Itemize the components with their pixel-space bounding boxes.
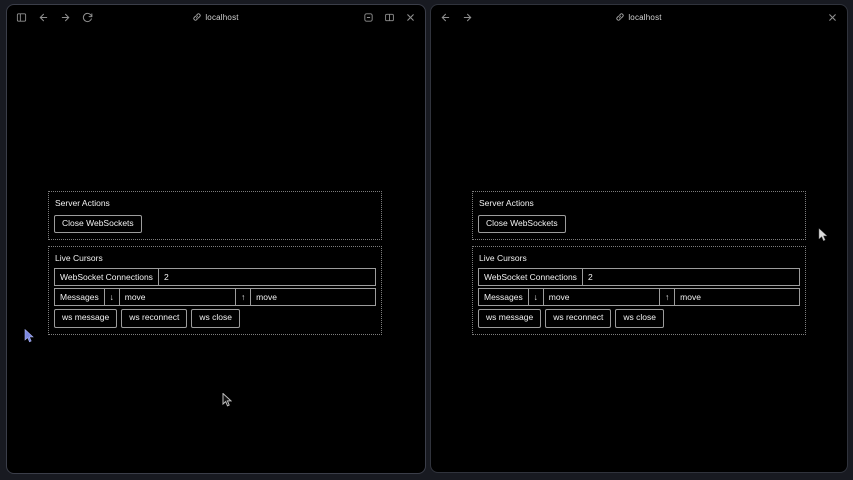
link-icon xyxy=(616,13,624,21)
received-arrow-icon: ↑ xyxy=(660,289,675,305)
received-last-message: move xyxy=(675,289,799,305)
titlebar-left-controls xyxy=(440,12,473,23)
connections-value: 2 xyxy=(159,269,375,285)
sidebar-icon[interactable] xyxy=(16,12,27,23)
messages-label: Messages xyxy=(55,289,105,305)
forward-icon[interactable] xyxy=(462,12,473,23)
ws-close-button[interactable]: ws close xyxy=(191,309,240,327)
sent-last-message: move xyxy=(120,289,236,305)
ws-buttons-row: ws message ws reconnect ws close xyxy=(478,309,800,327)
connections-row: WebSocket Connections 2 xyxy=(478,268,800,286)
ws-message-button[interactable]: ws message xyxy=(478,309,541,327)
split-view-icon[interactable] xyxy=(384,12,395,23)
back-icon[interactable] xyxy=(440,12,451,23)
titlebar-right-controls xyxy=(363,12,416,23)
connections-label: WebSocket Connections xyxy=(55,269,159,285)
ws-reconnect-button[interactable]: ws reconnect xyxy=(545,309,611,327)
messages-row: Messages ↓ move ↑ move xyxy=(54,288,376,306)
page-content: Server Actions Close WebSockets Live Cur… xyxy=(472,191,806,335)
browser-window-right: localhost Server Actions Close WebSocket… xyxy=(430,4,848,473)
link-icon xyxy=(193,13,201,21)
messages-row: Messages ↓ move ↑ move xyxy=(478,288,800,306)
close-websockets-button[interactable]: Close WebSockets xyxy=(54,215,142,233)
live-cursors-panel: Live Cursors WebSocket Connections 2 Mes… xyxy=(48,246,382,334)
live-cursors-panel: Live Cursors WebSocket Connections 2 Mes… xyxy=(472,246,806,334)
live-cursors-legend: Live Cursors xyxy=(55,253,377,263)
ws-buttons-row: ws message ws reconnect ws close xyxy=(54,309,376,327)
page-content: Server Actions Close WebSockets Live Cur… xyxy=(48,191,382,335)
back-icon[interactable] xyxy=(38,12,49,23)
connections-value: 2 xyxy=(583,269,799,285)
titlebar-right-controls xyxy=(827,12,838,23)
reload-icon[interactable] xyxy=(82,12,93,23)
titlebar: localhost xyxy=(431,5,847,26)
reader-icon[interactable] xyxy=(363,12,374,23)
close-icon[interactable] xyxy=(827,12,838,23)
close-websockets-button[interactable]: Close WebSockets xyxy=(478,215,566,233)
messages-label: Messages xyxy=(479,289,529,305)
connections-row: WebSocket Connections 2 xyxy=(54,268,376,286)
titlebar: localhost xyxy=(7,5,425,26)
ws-close-button[interactable]: ws close xyxy=(615,309,664,327)
address-title: localhost xyxy=(431,8,847,26)
server-actions-panel: Server Actions Close WebSockets xyxy=(472,191,806,240)
page-title: localhost xyxy=(205,13,238,22)
ws-message-button[interactable]: ws message xyxy=(54,309,117,327)
forward-icon[interactable] xyxy=(60,12,71,23)
sent-last-message: move xyxy=(544,289,660,305)
titlebar-left-controls xyxy=(16,12,93,23)
received-arrow-icon: ↑ xyxy=(236,289,251,305)
page-title: localhost xyxy=(628,13,661,22)
sent-arrow-icon: ↓ xyxy=(105,289,120,305)
sent-arrow-icon: ↓ xyxy=(529,289,544,305)
server-actions-panel: Server Actions Close WebSockets xyxy=(48,191,382,240)
browser-window-left: localhost Server Actions Close WebSocket… xyxy=(6,4,426,474)
live-cursors-legend: Live Cursors xyxy=(479,253,801,263)
server-actions-legend: Server Actions xyxy=(55,198,377,208)
ws-reconnect-button[interactable]: ws reconnect xyxy=(121,309,187,327)
server-actions-legend: Server Actions xyxy=(479,198,801,208)
connections-label: WebSocket Connections xyxy=(479,269,583,285)
received-last-message: move xyxy=(251,289,375,305)
close-icon[interactable] xyxy=(405,12,416,23)
